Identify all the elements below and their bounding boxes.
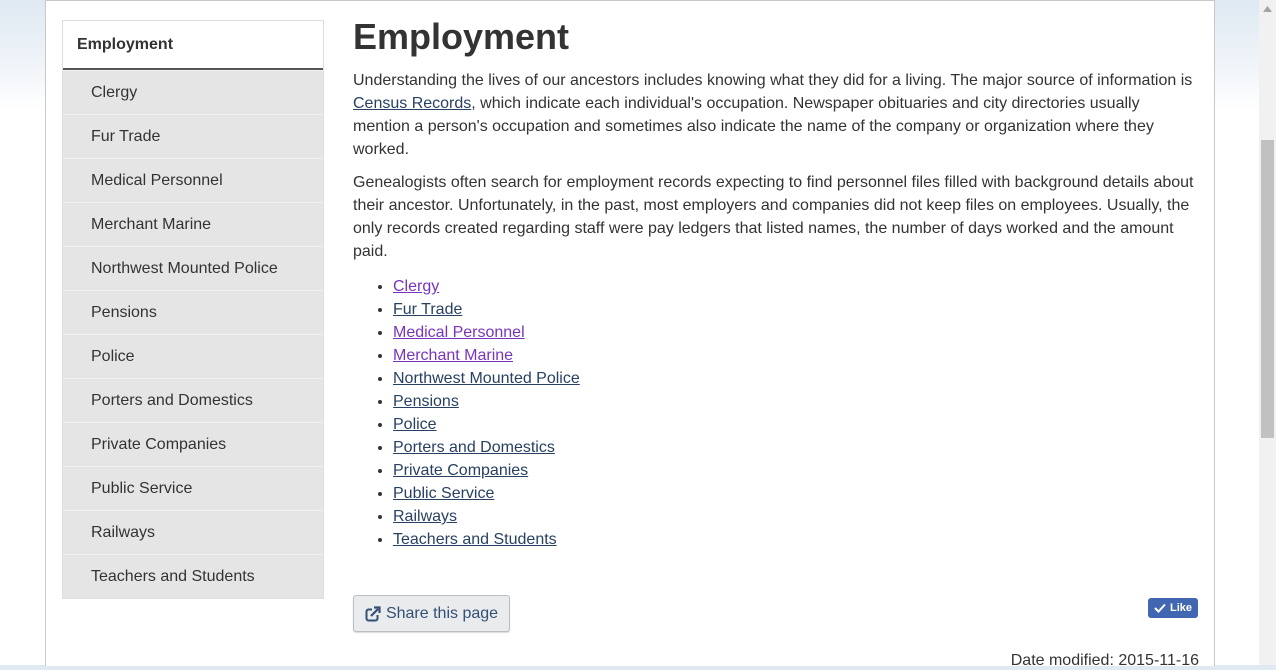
checkmark-icon	[1154, 603, 1166, 613]
census-records-link[interactable]: Census Records	[353, 95, 471, 112]
vertical-scrollbar[interactable]	[1259, 0, 1276, 665]
sidebar-item-medical-personnel[interactable]: Medical Personnel	[63, 158, 323, 202]
date-modified: Date modified: 2015-11-16	[1010, 652, 1199, 669]
link-medical-personnel[interactable]: Medical Personnel	[393, 324, 525, 341]
intro-text-start: Understanding the lives of our ancestors…	[353, 72, 1193, 89]
sidebar-item-fur-trade[interactable]: Fur Trade	[63, 114, 323, 158]
link-police[interactable]: Police	[393, 416, 437, 433]
scroll-up-arrow-icon[interactable]	[1259, 0, 1276, 17]
list-item: Pensions	[393, 390, 1199, 413]
list-item: Teachers and Students	[393, 528, 1199, 551]
scrollbar-thumb[interactable]	[1261, 140, 1274, 438]
link-private-companies[interactable]: Private Companies	[393, 462, 528, 479]
sidebar-item-clergy[interactable]: Clergy	[63, 70, 323, 114]
link-fur-trade[interactable]: Fur Trade	[393, 301, 462, 318]
list-item: Northwest Mounted Police	[393, 367, 1199, 390]
list-item: Public Service	[393, 482, 1199, 505]
list-item: Medical Personnel	[393, 321, 1199, 344]
share-this-page-button[interactable]: Share this page	[353, 595, 510, 632]
share-button-label: Share this page	[385, 604, 499, 622]
link-clergy[interactable]: Clergy	[393, 278, 439, 295]
link-teachers-and-students[interactable]: Teachers and Students	[393, 531, 557, 548]
list-item: Clergy	[393, 275, 1199, 298]
sidebar-item-porters-and-domestics[interactable]: Porters and Domestics	[63, 378, 323, 422]
list-item: Fur Trade	[393, 298, 1199, 321]
list-item: Private Companies	[393, 459, 1199, 482]
sidebar-item-railways[interactable]: Railways	[63, 510, 323, 554]
sidebar-item-public-service[interactable]: Public Service	[63, 466, 323, 510]
sidebar-item-private-companies[interactable]: Private Companies	[63, 422, 323, 466]
link-railways[interactable]: Railways	[393, 508, 457, 525]
link-public-service[interactable]: Public Service	[393, 485, 494, 502]
link-merchant-marine[interactable]: Merchant Marine	[393, 347, 513, 364]
sidebar-title[interactable]: Employment	[63, 21, 323, 70]
intro-text-end: , which indicate each individual's occup…	[353, 95, 1154, 158]
sidebar-item-merchant-marine[interactable]: Merchant Marine	[63, 202, 323, 246]
sidebar-item-pensions[interactable]: Pensions	[63, 290, 323, 334]
sidebar-item-police[interactable]: Police	[63, 334, 323, 378]
page-container: Employment Clergy Fur Trade Medical Pers…	[45, 0, 1215, 669]
intro-paragraph: Understanding the lives of our ancestors…	[353, 69, 1199, 161]
list-item: Railways	[393, 505, 1199, 528]
link-porters-and-domestics[interactable]: Porters and Domestics	[393, 439, 555, 456]
sidebar-nav: Employment Clergy Fur Trade Medical Pers…	[62, 20, 324, 599]
list-item: Police	[393, 413, 1199, 436]
sidebar-item-northwest-mounted-police[interactable]: Northwest Mounted Police	[63, 246, 323, 290]
page-title: Employment	[353, 16, 570, 57]
facebook-like-button[interactable]: Like	[1148, 598, 1198, 618]
link-pensions[interactable]: Pensions	[393, 393, 459, 410]
list-item: Porters and Domestics	[393, 436, 1199, 459]
employment-links-list: Clergy Fur Trade Medical Personnel Merch…	[353, 275, 1199, 551]
share-external-icon	[365, 605, 381, 621]
genealogists-paragraph: Genealogists often search for employment…	[353, 174, 1194, 260]
link-northwest-mounted-police[interactable]: Northwest Mounted Police	[393, 370, 580, 387]
main-content: Employment Understanding the lives of ou…	[353, 15, 1199, 551]
list-item: Merchant Marine	[393, 344, 1199, 367]
like-button-label: Like	[1169, 602, 1192, 614]
sidebar-item-teachers-and-students[interactable]: Teachers and Students	[63, 554, 323, 598]
